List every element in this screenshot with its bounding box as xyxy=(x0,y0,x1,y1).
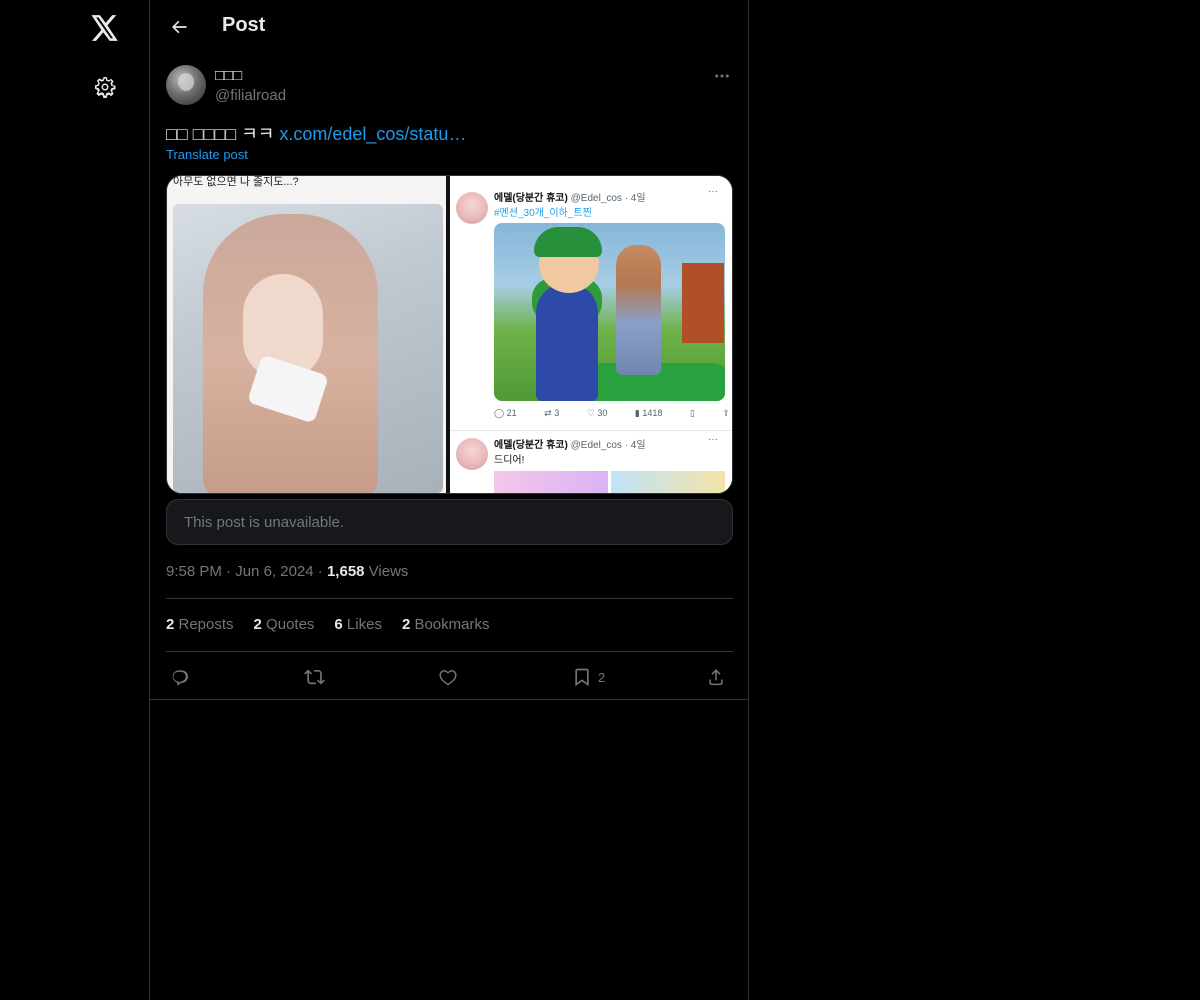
embedded-replies: ◯ 21 xyxy=(494,408,517,418)
embedded-avatar-2 xyxy=(456,438,488,470)
likes-stat[interactable]: 6 Likes xyxy=(334,616,382,633)
arrow-left-icon[interactable] xyxy=(162,10,196,44)
more-horizontal-icon[interactable] xyxy=(710,64,734,88)
embedded-handle-2: @Edel_cos · 4일 xyxy=(570,440,646,451)
reposts-stat[interactable]: 2 Reposts xyxy=(166,616,234,633)
gear-icon[interactable] xyxy=(85,67,125,107)
media-left-panel: 아무도 없으면 나 줄지도...? xyxy=(167,176,448,493)
divider xyxy=(166,651,733,652)
action-bar: 2 xyxy=(166,663,733,691)
embedded-more-icon: ··· xyxy=(708,186,718,197)
embedded-photo-2b xyxy=(611,471,725,493)
embedded-photo-2a xyxy=(494,471,608,493)
luigi-body-shape xyxy=(536,283,598,401)
author-display-name[interactable]: □□□ xyxy=(215,67,242,84)
left-rail xyxy=(0,0,150,1000)
media-left-caption: 아무도 없으면 나 줄지도...? xyxy=(173,176,299,188)
luigi-cap-shape xyxy=(534,227,602,257)
avatar[interactable] xyxy=(166,65,206,105)
author-handle[interactable]: @filialroad xyxy=(215,87,286,104)
bookmark-icon[interactable]: 2 xyxy=(572,663,605,691)
embedded-hashtag: #멘션_30개_이하_트찐 xyxy=(494,208,592,219)
post-time[interactable]: 9:58 PM xyxy=(166,563,222,580)
embedded-views: ▮ 1418 xyxy=(634,408,663,418)
embedded-name-2: 에델(당분간 휴코) @Edel_cos · 4일 xyxy=(494,436,646,451)
embedded-bookmark-icon: ▯ xyxy=(689,408,695,418)
embedded-handle: @Edel_cos · 4일 xyxy=(570,193,646,204)
x-logo-icon[interactable] xyxy=(85,8,125,48)
selfie-photo xyxy=(173,204,443,493)
post-date[interactable]: Jun 6, 2024 xyxy=(235,563,313,580)
views-label: Views xyxy=(364,563,409,580)
embedded-cosplay-photo xyxy=(494,223,725,401)
repost-icon[interactable] xyxy=(304,663,326,691)
embedded-display-name-2: 에델(당분간 휴코) xyxy=(494,440,568,451)
divider xyxy=(166,598,733,599)
divider xyxy=(150,699,748,700)
embedded-display-name: 에델(당분간 휴코) xyxy=(494,193,568,204)
embedded-share-icon: ⇧ xyxy=(722,408,730,418)
bookmarks-stat[interactable]: 2 Bookmarks xyxy=(402,616,490,633)
engagement-stats: 2 Reposts 2 Quotes 6 Likes 2 Bookmarks xyxy=(166,616,490,633)
quotes-stat[interactable]: 2 Quotes xyxy=(254,616,315,633)
share-icon[interactable] xyxy=(706,663,726,691)
embedded-text-2: 드디어! xyxy=(494,455,525,466)
reply-icon[interactable] xyxy=(170,663,190,691)
heart-icon[interactable] xyxy=(438,663,458,691)
post-column: Post □□□ @filialroad □□ □□□□ ㅋㅋ x.com/ed… xyxy=(149,0,749,1000)
castle-shape xyxy=(682,263,724,343)
post-meta: 9:58 PM · Jun 6, 2024 · 1,658 Views xyxy=(166,563,408,580)
embedded-likes: ♡ 30 xyxy=(586,408,608,418)
post-media-image[interactable]: 아무도 없으면 나 줄지도...? 에델(당분간 휴코) @Edel_cos ·… xyxy=(166,175,733,494)
post-text: □□ □□□□ ㅋㅋ x.com/edel_cos/statu… xyxy=(166,120,466,146)
media-right-panel: 에델(당분간 휴코) @Edel_cos · 4일 ··· #멘션_30개_이하… xyxy=(450,176,732,493)
page-title: Post xyxy=(222,14,266,36)
meta-dot: · xyxy=(313,563,327,580)
embedded-stats: ◯ 21 ⇄ 3 ♡ 30 ▮ 1418 ▯ ⇧ xyxy=(494,408,730,419)
quoted-post-unavailable: This post is unavailable. xyxy=(166,499,733,545)
cosplayer-shape xyxy=(616,245,661,375)
post-body: □□ □□□□ ㅋㅋ xyxy=(166,124,280,144)
views-count: 1,658 xyxy=(326,563,365,580)
bookmark-count: 2 xyxy=(598,669,606,685)
embedded-reposts: ⇄ 3 xyxy=(544,408,560,418)
translate-post-link[interactable]: Translate post xyxy=(166,147,248,162)
post-header: Post xyxy=(150,0,748,53)
embedded-name: 에델(당분간 휴코) @Edel_cos · 4일 xyxy=(494,189,646,204)
meta-dot: · xyxy=(221,563,236,580)
embedded-separator xyxy=(450,430,732,431)
embedded-more-icon-2: ··· xyxy=(708,434,718,445)
post-link[interactable]: x.com/edel_cos/statu… xyxy=(279,124,466,144)
embedded-avatar xyxy=(456,192,488,224)
